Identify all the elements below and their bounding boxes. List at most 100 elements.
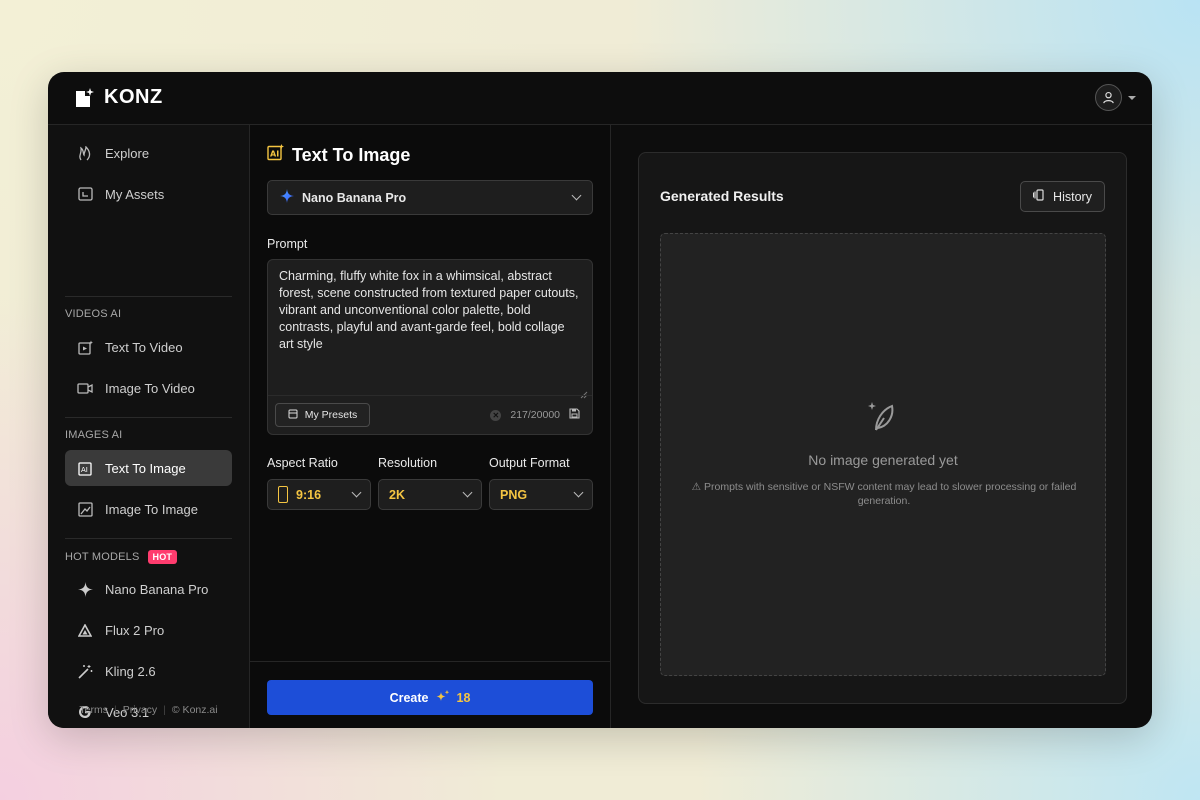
hot-badge: HOT bbox=[147, 550, 178, 564]
copyright-link[interactable]: © Konz.ai bbox=[172, 704, 218, 716]
sidebar-item-label: Text To Image bbox=[105, 460, 186, 476]
svg-text:AI: AI bbox=[81, 466, 88, 474]
model-select-value: Nano Banana Pro bbox=[302, 190, 407, 205]
sidebar-item-label: Text To Video bbox=[105, 339, 183, 355]
aspect-ratio-label: Aspect Ratio bbox=[267, 456, 338, 470]
sidebar-item-label: Flux 2 Pro bbox=[105, 622, 165, 638]
char-counter: ✕ 217/20000 bbox=[490, 408, 580, 422]
sidebar-item-flux-2-pro[interactable]: Flux 2 Pro bbox=[65, 612, 232, 648]
aspect-ratio-value: 9:16 bbox=[296, 487, 322, 502]
flame-icon bbox=[77, 145, 93, 161]
chevron-down-icon bbox=[1128, 95, 1136, 100]
history-label: History bbox=[1053, 189, 1092, 204]
sidebar-item-kling-2-6[interactable]: Kling 2.6 bbox=[65, 653, 232, 689]
resolution-select[interactable]: 2K bbox=[378, 479, 482, 510]
sidebar-item-explore[interactable]: Explore bbox=[65, 135, 232, 171]
divider bbox=[65, 417, 232, 418]
save-icon[interactable] bbox=[569, 408, 580, 422]
sidebar-item-my-assets[interactable]: My Assets bbox=[65, 176, 232, 212]
logo-icon bbox=[74, 87, 94, 109]
section-title: HOT MODELS bbox=[65, 551, 140, 563]
text-video-icon bbox=[77, 339, 93, 355]
portrait-ratio-icon bbox=[278, 486, 288, 503]
model-select[interactable]: Nano Banana Pro bbox=[267, 180, 593, 215]
prompt-text[interactable]: Charming, fluffy white fox in a whimsica… bbox=[279, 268, 579, 353]
logo[interactable]: KONZ bbox=[74, 86, 163, 109]
history-icon bbox=[1032, 189, 1046, 204]
editor-footer: Create 18 bbox=[250, 661, 610, 728]
text-image-icon: AI bbox=[77, 460, 93, 476]
history-button[interactable]: History bbox=[1020, 181, 1105, 212]
section-label-hot-models: HOT MODELS HOT bbox=[65, 550, 178, 564]
resize-handle-icon[interactable] bbox=[580, 386, 588, 399]
clear-icon[interactable]: ✕ bbox=[490, 409, 502, 421]
sidebar-item-label: Image To Video bbox=[105, 380, 195, 396]
resolution-value: 2K bbox=[389, 487, 405, 502]
text-image-icon: AI bbox=[267, 144, 284, 166]
create-label: Create bbox=[389, 690, 429, 705]
sidebar-item-label: Explore bbox=[105, 145, 150, 161]
image-image-icon bbox=[77, 501, 93, 517]
my-presets-button[interactable]: My Presets bbox=[275, 403, 370, 427]
empty-state-title: No image generated yet bbox=[808, 452, 958, 468]
section-title: VIDEOS AI bbox=[65, 308, 122, 320]
aspect-ratio-select[interactable]: 9:16 bbox=[267, 479, 371, 510]
prompt-toolbar: My Presets ✕ 217/20000 bbox=[268, 395, 592, 436]
prompt-label: Prompt bbox=[267, 237, 308, 251]
my-presets-label: My Presets bbox=[304, 409, 358, 421]
app-window: KONZ Explore My Assets VIDEOS AI Text To… bbox=[48, 72, 1152, 728]
sidebar-item-image-to-image[interactable]: Image To Image bbox=[65, 491, 232, 527]
output-format-value: PNG bbox=[500, 487, 528, 502]
char-count: 217/20000 bbox=[510, 409, 560, 421]
divider bbox=[65, 538, 232, 539]
editor-panel: AI Text To Image Nano Banana Pro Prompt … bbox=[250, 125, 611, 728]
sparkles-icon bbox=[436, 689, 450, 706]
credit-cost: 18 bbox=[456, 690, 471, 705]
results-panel: Generated Results History No image gener… bbox=[638, 152, 1127, 704]
assets-icon bbox=[77, 186, 93, 202]
privacy-link[interactable]: Privacy bbox=[123, 704, 157, 716]
sidebar-item-text-to-video[interactable]: Text To Video bbox=[65, 329, 232, 365]
results-area: No image generated yet ⚠ Prompts with se… bbox=[660, 233, 1106, 676]
sidebar-footer: Terms | Privacy | © Konz.ai bbox=[48, 704, 249, 716]
separator: | bbox=[163, 704, 166, 716]
user-menu[interactable] bbox=[1095, 84, 1136, 111]
bookmark-icon bbox=[288, 409, 298, 422]
user-icon[interactable] bbox=[1095, 84, 1122, 111]
image-video-icon bbox=[77, 380, 93, 396]
prompt-field[interactable]: Charming, fluffy white fox in a whimsica… bbox=[267, 259, 593, 435]
results-title: Generated Results bbox=[660, 188, 784, 204]
sidebar-item-image-to-video[interactable]: Image To Video bbox=[65, 370, 232, 406]
sidebar-item-label: Image To Image bbox=[105, 501, 198, 517]
section-label-videos: VIDEOS AI bbox=[65, 308, 121, 320]
sidebar-item-label: Nano Banana Pro bbox=[105, 581, 209, 597]
sidebar: Explore My Assets VIDEOS AI Text To Vide… bbox=[48, 125, 250, 728]
resolution-label: Resolution bbox=[378, 456, 438, 470]
output-format-select[interactable]: PNG bbox=[489, 479, 593, 510]
magic-wand-icon bbox=[77, 663, 93, 679]
create-button[interactable]: Create 18 bbox=[267, 680, 593, 715]
sidebar-item-label: Kling 2.6 bbox=[105, 663, 156, 679]
sidebar-item-nano-banana-pro[interactable]: Nano Banana Pro bbox=[65, 571, 232, 607]
brand-name: KONZ bbox=[104, 86, 163, 108]
sidebar-item-text-to-image[interactable]: AI Text To Image bbox=[65, 450, 232, 486]
sparkle-icon bbox=[77, 581, 93, 597]
svg-text:AI: AI bbox=[270, 150, 279, 159]
divider bbox=[65, 296, 232, 297]
page-title-text: Text To Image bbox=[292, 144, 411, 165]
page-title: AI Text To Image bbox=[267, 144, 410, 166]
chevron-down-icon bbox=[573, 487, 584, 498]
output-format-label: Output Format bbox=[489, 456, 570, 470]
feather-icon bbox=[864, 398, 902, 436]
sparkle-icon bbox=[280, 189, 294, 206]
empty-state-note: ⚠ Prompts with sensitive or NSFW content… bbox=[691, 481, 1077, 507]
section-title: IMAGES AI bbox=[65, 429, 123, 441]
terms-link[interactable]: Terms bbox=[79, 704, 108, 716]
chevron-down-icon bbox=[462, 487, 473, 498]
chevron-down-icon bbox=[571, 190, 582, 201]
section-label-images: IMAGES AI bbox=[65, 429, 122, 441]
separator: | bbox=[114, 704, 117, 716]
top-bar: KONZ bbox=[48, 72, 1152, 125]
sidebar-item-label: My Assets bbox=[105, 186, 165, 202]
triangle-icon bbox=[77, 622, 93, 638]
